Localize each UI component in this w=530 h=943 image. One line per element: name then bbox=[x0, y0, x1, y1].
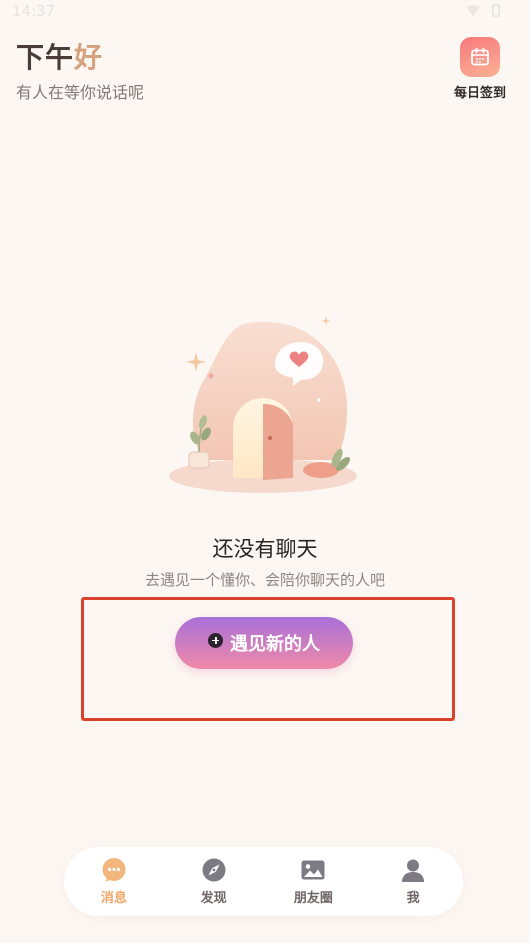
compass-icon bbox=[201, 857, 227, 883]
empty-state-title: 还没有聊天 bbox=[212, 537, 318, 561]
checkin-label: 每日签到 bbox=[453, 86, 506, 101]
greeting-title: 下午好 bbox=[16, 36, 103, 76]
battery-icon bbox=[492, 4, 500, 17]
chat-bubble-icon bbox=[101, 857, 127, 883]
tab-moments[interactable]: 朋友圈 bbox=[268, 857, 358, 906]
greeting-part1: 下午 bbox=[16, 41, 75, 74]
door-heart-illustration bbox=[165, 310, 365, 500]
greeting-part2: 好 bbox=[74, 41, 104, 74]
calendar-icon bbox=[460, 37, 500, 77]
status-bar: 14:37 bbox=[0, 0, 530, 24]
user-icon bbox=[400, 857, 426, 883]
tab-messages[interactable]: 消息 bbox=[69, 857, 159, 906]
tab-label-moments: 朋友圈 bbox=[293, 891, 333, 906]
empty-state-description: 去遇见一个懂你、会陪你聊天的人吧 bbox=[144, 571, 385, 589]
highlight-box bbox=[81, 597, 455, 721]
greeting-subtitle: 有人在等你说话呢 bbox=[16, 83, 145, 102]
tab-discover[interactable]: 发现 bbox=[169, 857, 259, 906]
status-icons bbox=[466, 4, 500, 17]
tab-label-messages: 消息 bbox=[100, 891, 127, 906]
image-icon bbox=[300, 857, 326, 883]
daily-checkin-button[interactable]: 每日签到 bbox=[450, 37, 510, 101]
wifi-icon bbox=[466, 4, 480, 17]
bottom-tab-bar: 消息 发现 朋友圈 我 bbox=[64, 847, 463, 916]
tab-label-discover: 发现 bbox=[200, 891, 227, 906]
status-time: 14:37 bbox=[12, 2, 56, 20]
tab-me[interactable]: 我 bbox=[368, 857, 458, 906]
tab-label-me: 我 bbox=[406, 891, 420, 906]
